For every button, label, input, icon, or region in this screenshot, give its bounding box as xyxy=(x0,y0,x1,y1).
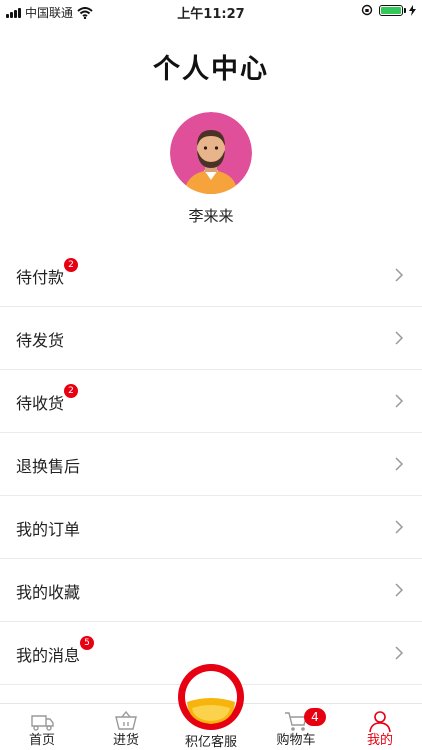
chevron-right-icon xyxy=(395,268,404,282)
menu-item-label: 我的收藏 xyxy=(16,583,81,602)
menu-item-label: 退换售后 xyxy=(16,457,81,476)
customer-service-button[interactable] xyxy=(178,664,244,730)
battery-icon xyxy=(379,4,406,16)
menu-item-label: 我的消息 5 xyxy=(16,636,95,666)
username: 李来来 xyxy=(188,207,234,225)
count-badge: 2 xyxy=(64,258,79,272)
menu-item-favorites[interactable]: 我的收藏 xyxy=(0,559,422,622)
menu-item-label: 待付款 2 xyxy=(16,258,79,288)
service-logo-icon xyxy=(178,664,244,730)
chevron-right-icon xyxy=(395,331,404,345)
menu-list: 待付款 2 待发货 待收货 2 退换售后 我的订单 我的收藏 我的消息 5 xyxy=(0,244,422,685)
tab-label: 我的 xyxy=(366,733,393,748)
menu-item-my-orders[interactable]: 我的订单 xyxy=(0,496,422,559)
chevron-right-icon xyxy=(395,520,404,534)
status-bar: 中国联通 上午11:27 xyxy=(0,0,422,22)
tab-home[interactable]: 首页 xyxy=(0,704,84,750)
count-badge: 2 xyxy=(64,384,79,398)
chevron-right-icon xyxy=(395,583,404,597)
charging-icon xyxy=(409,4,416,16)
menu-item-label: 我的订单 xyxy=(16,520,81,539)
chevron-right-icon xyxy=(395,394,404,408)
status-time: 上午11:27 xyxy=(177,7,245,22)
tab-cart[interactable]: 4 购物车 xyxy=(254,704,338,750)
menu-item-label: 待发货 xyxy=(16,331,65,350)
chevron-right-icon xyxy=(395,646,404,660)
menu-item-pending-receipt[interactable]: 待收货 2 xyxy=(0,370,422,433)
menu-item-label: 待收货 2 xyxy=(16,384,79,414)
avatar-illustration xyxy=(170,112,252,194)
status-right xyxy=(361,4,416,16)
avatar[interactable] xyxy=(170,112,252,194)
rotation-lock-icon xyxy=(361,4,373,16)
tab-stock[interactable]: 进货 xyxy=(84,704,168,750)
chevron-right-icon xyxy=(395,457,404,471)
menu-item-pending-shipment[interactable]: 待发货 xyxy=(0,307,422,370)
page-title: 个人中心 xyxy=(153,54,269,85)
tab-label: 首页 xyxy=(28,733,55,748)
customer-service-label: 积亿客服 xyxy=(184,735,237,750)
menu-item-returns[interactable]: 退换售后 xyxy=(0,433,422,496)
count-badge: 5 xyxy=(80,636,95,650)
tab-label: 购物车 xyxy=(276,733,316,748)
menu-item-pending-payment[interactable]: 待付款 2 xyxy=(0,244,422,307)
tab-label: 进货 xyxy=(112,733,139,748)
tab-mine[interactable]: 我的 xyxy=(338,704,422,750)
cart-count-badge: 4 xyxy=(304,708,326,726)
